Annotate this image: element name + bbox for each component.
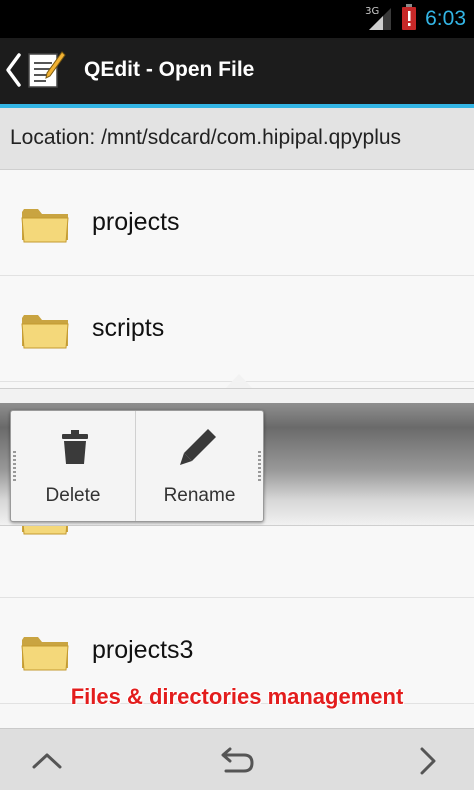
folder-icon [21,637,69,671]
rename-button[interactable]: Rename [136,411,263,521]
file-name: projects [92,208,180,236]
undo-icon[interactable] [212,741,262,781]
battery-alert-icon [401,4,417,34]
bottom-nav-bar [0,728,474,790]
action-bar: QEdit - Open File [0,38,474,104]
file-name: scripts [92,314,165,342]
location-bar: Location: /mnt/sdcard/com.hipipal.qpyplu… [0,108,474,170]
delete-label: Delete [45,485,101,506]
app-title: QEdit - Open File [84,58,255,81]
right-chevron-icon[interactable] [402,741,452,781]
up-chevron-icon[interactable] [22,741,72,781]
feature-caption: Files & directories management [70,684,404,709]
popup-pointer [226,374,252,388]
folder-icon [21,209,69,243]
back-chevron-icon[interactable] [4,52,22,88]
list-item[interactable]: scripts [0,276,474,382]
rename-label: Rename [163,485,236,506]
pencil-icon [180,429,216,465]
quick-action-menu: Delete Rename [10,410,264,522]
folder-icon [21,315,69,349]
trash-icon [62,430,88,464]
file-name: projects3 [92,636,194,664]
notepad-app-icon[interactable] [26,50,66,90]
delete-button[interactable]: Delete [11,411,135,521]
signal-icon: 3G [365,6,393,32]
status-bar: 3G 6:03 [0,0,474,38]
clock: 6:03 [425,7,466,30]
location-path: Location: /mnt/sdcard/com.hipipal.qpyplu… [10,126,402,149]
list-item[interactable]: projects [0,170,474,276]
